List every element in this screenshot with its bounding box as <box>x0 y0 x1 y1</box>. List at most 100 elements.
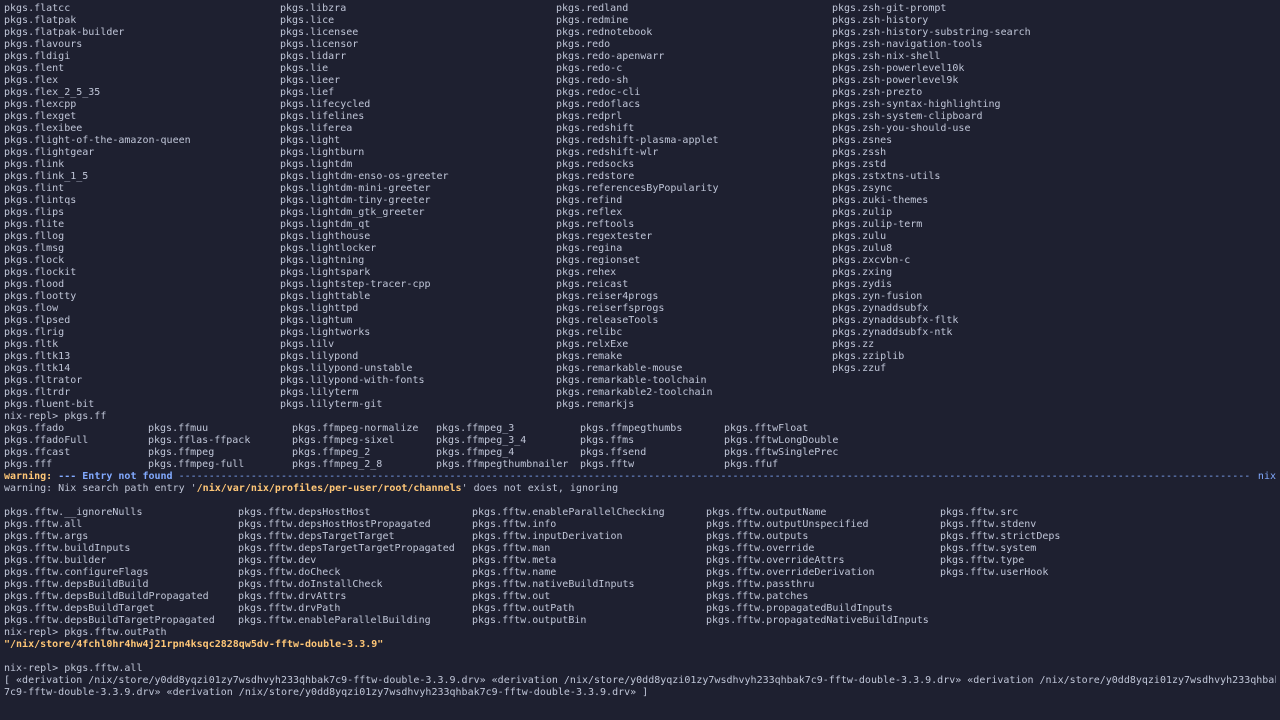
completion-item: pkgs.fllog <box>4 231 65 242</box>
completion-item: pkgs.fftw.meta <box>472 555 557 566</box>
completion-item: pkgs.zsh-navigation-tools <box>832 39 983 50</box>
completion-item: pkgs.zsh-history-substring-search <box>832 27 1031 38</box>
search-path-warning: warning: Nix search path entry '/nix/var… <box>4 483 619 494</box>
completion-item: pkgs.lilyterm-git <box>280 399 383 410</box>
completion-item: pkgs.fftw.doInstallCheck <box>238 579 383 590</box>
completion-item: pkgs.flrig <box>4 327 65 338</box>
completion-item: pkgs.flink <box>4 159 65 170</box>
completion-item: pkgs.fftw.strictDeps <box>940 531 1061 542</box>
completion-item: pkgs.lighthouse <box>280 231 371 242</box>
completion-item: pkgs.fftw.depsBuildTargetPropagated <box>4 615 215 626</box>
completion-item: pkgs.reftools <box>556 219 635 230</box>
completion-item: pkgs.fflas-ffpack <box>148 435 251 446</box>
completion-item: pkgs.zsh-syntax-highlighting <box>832 99 1001 110</box>
completion-item: pkgs.referencesByPopularity <box>556 183 719 194</box>
completion-item: pkgs.ffmpeg-normalize <box>292 423 419 434</box>
completion-item: pkgs.zsh-powerlevel10k <box>832 63 965 74</box>
completion-item: pkgs.fftw.outputUnspecified <box>706 519 869 530</box>
missing-channel-path: /nix/var/nix/profiles/per-user/root/chan… <box>196 483 462 494</box>
completion-item: pkgs.fftw.info <box>472 519 557 530</box>
completion-item: pkgs.flex_2_5_35 <box>4 87 101 98</box>
completion-item: pkgs.fftw.man <box>472 543 551 554</box>
completion-item: pkgs.lief <box>280 87 335 98</box>
completion-item: pkgs.redshift-wlr <box>556 147 659 158</box>
completion-item: pkgs.fldigi <box>4 51 71 62</box>
completion-item: pkgs.zsh-you-should-use <box>832 123 971 134</box>
completion-item: pkgs.fftw.args <box>4 531 89 542</box>
completion-item: pkgs.zuki-themes <box>832 195 929 206</box>
completion-item: pkgs.fftw.stdenv <box>940 519 1037 530</box>
completion-item: pkgs.fftw.doCheck <box>238 567 341 578</box>
terminal-window[interactable]: pkgs.flatcc pkgs.libzra pkgs.redland pkgs.z… <box>0 0 1280 720</box>
completion-item: pkgs.remarkable-toolchain <box>556 375 707 386</box>
completion-item: pkgs.flavours <box>4 39 83 50</box>
completion-item: pkgs.zstxtns-utils <box>832 171 941 182</box>
completion-item: pkgs.liferea <box>280 123 353 134</box>
completion-item: pkgs.redo-sh <box>556 75 629 86</box>
completion-item: pkgs.flood <box>4 279 65 290</box>
completion-item: pkgs.zsh-prezto <box>832 87 923 98</box>
completion-item: pkgs.rednotebook <box>556 27 653 38</box>
completion-item: pkgs.lighttpd <box>280 303 359 314</box>
completion-item: pkgs.fftwFloat <box>724 423 809 434</box>
completion-item: pkgs.refind <box>556 195 623 206</box>
completion-item: pkgs.ffmpeg_2_8 <box>292 459 383 470</box>
completion-item: pkgs.lice <box>280 15 335 26</box>
completion-item: pkgs.ffmpegthumbs <box>580 423 683 434</box>
completion-item: pkgs.lifecycled <box>280 99 371 110</box>
completion-item: pkgs.zzuf <box>832 363 887 374</box>
completion-item: pkgs.regina <box>556 243 623 254</box>
completion-item: pkgs.redstore <box>556 171 635 182</box>
completion-item: pkgs.zsh-nix-shell <box>832 51 941 62</box>
completion-item: pkgs.flmsg <box>4 243 65 254</box>
completion-item <box>832 399 1276 411</box>
completion-item: pkgs.redsocks <box>556 159 635 170</box>
completion-item: pkgs.flintqs <box>4 195 77 206</box>
completion-item: pkgs.redo <box>556 39 611 50</box>
warning-divider: ----------------------------------------… <box>178 471 1252 482</box>
completion-item: pkgs.regionset <box>556 255 641 266</box>
completion-item: pkgs.lightstep-tracer-cpp <box>280 279 431 290</box>
completion-item: pkgs.reiser4progs <box>556 291 659 302</box>
completion-item <box>940 615 1176 627</box>
completion-item: pkgs.releaseTools <box>556 315 659 326</box>
completion-item: pkgs.flexcpp <box>4 99 77 110</box>
completion-item: pkgs.flite <box>4 219 65 230</box>
completion-item: pkgs.redland <box>556 3 629 14</box>
completion-item: pkgs.zstd <box>832 159 887 170</box>
completion-item: pkgs.fftw.src <box>940 507 1019 518</box>
completion-item: pkgs.lightspark <box>280 267 371 278</box>
completion-item: pkgs.lilypond <box>280 351 359 362</box>
completion-item: pkgs.reiserfsprogs <box>556 303 665 314</box>
completion-item: pkgs.zssh <box>832 147 887 158</box>
completion-item: pkgs.zsh-system-clipboard <box>832 111 983 122</box>
completion-item: pkgs.flatpak <box>4 15 77 26</box>
completion-item: pkgs.regextester <box>556 231 653 242</box>
completion-item <box>832 387 1276 399</box>
completion-item: pkgs.fftw.type <box>940 555 1025 566</box>
completion-item: pkgs.fftw.depsTargetTarget <box>238 531 395 542</box>
completion-item: pkgs.licensee <box>280 27 359 38</box>
completion-item: pkgs.flint <box>4 183 65 194</box>
completion-item: pkgs.fftw.outputBin <box>472 615 587 626</box>
completion-item: pkgs.ffmuu <box>148 423 209 434</box>
completion-item: pkgs.fftw.depsHostHostPropagated <box>238 519 431 530</box>
completion-item: pkgs.fftw.depsTargetTargetPropagated <box>238 543 455 554</box>
completion-item: pkgs.zulu8 <box>832 243 893 254</box>
completion-item: pkgs.flex <box>4 75 59 86</box>
completion-item: pkgs.lilv <box>280 339 335 350</box>
completion-item <box>940 591 1176 603</box>
completion-item: pkgs.lightdm_qt <box>280 219 371 230</box>
completion-item: pkgs.zxing <box>832 267 893 278</box>
completion-item: pkgs.fluent-bit <box>4 399 95 410</box>
completion-item: pkgs.fftw.depsBuildBuildPropagated <box>4 591 209 602</box>
completion-item: pkgs.fftw.propagatedBuildInputs <box>706 603 893 614</box>
completion-item: pkgs.fftw <box>580 459 635 470</box>
completion-item: pkgs.flatpak-builder <box>4 27 125 38</box>
completion-item: pkgs.flatcc <box>4 3 71 14</box>
completion-item: pkgs.lightum <box>280 315 353 326</box>
completion-item <box>940 603 1176 615</box>
completion-item: pkgs.fftw.__ignoreNulls <box>4 507 143 518</box>
completion-item: pkgs.ffmpeg <box>148 447 215 458</box>
completion-item: pkgs.fftw.inputDerivation <box>472 531 623 542</box>
